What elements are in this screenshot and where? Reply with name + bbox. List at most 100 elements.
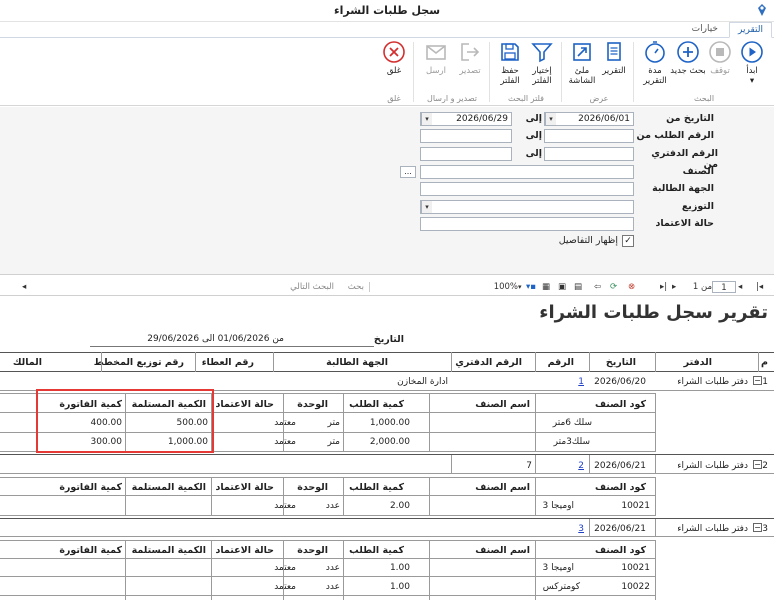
col-divider [655,352,656,372]
approval-label: حالة الاعتماد [655,218,714,229]
zoom-dropdown-icon[interactable]: ▾ [518,281,528,293]
choose-filter-button[interactable]: إختيار الفلتر [524,40,560,86]
row-divider [0,576,656,577]
choose-filter-label: إختيار الفلتر [532,66,552,86]
col-divider [273,352,274,372]
book-no-to-field[interactable] [420,147,512,161]
save-filter-button[interactable]: حفظ الفلتر [492,40,528,86]
header-bottom-line [0,371,774,372]
chevron-down-icon[interactable]: ▾ [545,113,556,125]
approval-field[interactable] [420,217,634,231]
collapse-toggle-icon[interactable]: − [753,460,762,469]
app-logo-icon [756,3,768,17]
date-from-label: التاريخ من [666,113,714,124]
item-approval: معتمد [274,418,296,428]
stop-render-icon[interactable]: ⊗ [628,281,638,293]
send-button[interactable]: ارسل [418,40,454,76]
col-m-header: م [761,357,768,368]
report-view-label: التقرير [602,66,626,76]
record-number-link[interactable]: 2 [578,461,584,471]
col-divider [589,352,590,372]
previous-page-icon[interactable]: ◂ [738,281,748,293]
item-qty-req: 1.00 [389,582,410,592]
requester-field[interactable] [420,182,634,196]
detail-qty-inv-header: كمية الفاتورة [59,545,122,556]
collapse-toggle-icon[interactable]: − [753,376,762,385]
col-divider [589,455,590,474]
item-qty-req: 1.00 [389,563,410,573]
show-details-label: إظهار التفاصيل [558,235,618,246]
scroll-left-icon[interactable]: ◂ [22,281,32,293]
start-button[interactable]: ابدأ ▾ [734,40,770,86]
tab-options[interactable]: خيارات [684,22,726,38]
export-icon [461,43,480,61]
record-number-link[interactable]: 1 [578,377,584,387]
next-page-icon[interactable]: ▸ [672,281,682,293]
date-from-field[interactable]: 2026/06/01 ▾ [544,112,634,126]
detail-unit-header: الوحدة [297,399,328,410]
back-icon[interactable]: ⇦ [594,281,606,293]
book-no-from-field[interactable] [544,147,634,161]
chevron-down-icon[interactable]: ▾ [421,113,432,125]
page-number-input[interactable]: 1 [712,281,736,293]
detail-col-divider [211,477,212,516]
request-no-to-field[interactable] [420,129,512,143]
item-code: 10021 [621,501,650,511]
print-icon[interactable]: ▤ [574,281,586,293]
report-title: تقرير سجل طلبات الشراء [539,302,768,323]
group-divider [633,42,634,102]
first-page-icon[interactable]: |◂ [756,281,766,293]
detail-col-divider [429,393,430,452]
zoom-select[interactable]: 100% [490,281,518,293]
group-close-label: غلق [387,94,401,103]
detail-approval-header: حالة الاعتماد [215,545,274,556]
item-code: 10022 [621,582,650,592]
last-page-icon[interactable]: ▸| [660,281,670,293]
col-divider [655,519,656,537]
request-no-from-field[interactable] [544,129,634,143]
detail-approval-header: حالة الاعتماد [215,399,274,410]
close-label: غلق [386,66,402,76]
report-duration-button[interactable]: مدة التقرير [637,40,673,86]
close-button[interactable]: غلق [376,40,412,76]
record-number-link[interactable]: 3 [578,524,584,534]
stop-label: توقف [710,66,730,76]
item-unit: متر [327,437,340,447]
item-field[interactable] [420,165,634,179]
filter-icon [531,43,553,63]
close-circle-icon [383,41,405,63]
detail-col-divider [283,477,284,516]
stop-button[interactable]: توقف [702,40,738,76]
item-name: اوميجا 3 [542,501,574,511]
item-qty-req: 2,000.00 [369,437,410,447]
report-view-button[interactable]: التقرير [596,40,632,76]
item-browse-button[interactable]: ... [400,166,416,178]
fullscreen-button[interactable]: ملئ الشاشة [564,40,600,86]
print-layout-icon[interactable]: ▣ [558,281,570,293]
date-range-underline [90,346,374,347]
request-no-label: الرقم الطلب من [636,130,714,141]
new-search-button[interactable]: بحث جديد [670,40,706,76]
detail-col-divider [535,540,536,600]
find-next-link[interactable]: البحث التالي [288,281,334,293]
record-date: 2026/06/20 [594,377,646,387]
record-separator [0,454,774,455]
refresh-icon[interactable]: ⟳ [610,281,622,293]
detail-col-divider [655,540,656,600]
chevron-down-icon[interactable]: ▾ [421,201,432,213]
distribution-dropdown[interactable]: ▾ [420,200,634,214]
col-plan-dist-header: رقم توزيع المخطط [93,357,184,368]
detail-col-divider [343,393,344,452]
detail-qty-inv-header: كمية الفاتورة [59,482,122,493]
date-to-field[interactable]: 2026/06/29 ▾ [420,112,512,126]
find-link[interactable]: بحث [334,281,364,293]
item-unit: عدد [325,563,340,573]
item-unit: عدد [325,582,340,592]
collapse-toggle-icon[interactable]: − [753,523,762,532]
page-count-label: من 1 [692,282,712,292]
show-details-checkbox[interactable]: ✓ [622,235,634,247]
date-range-value: من 01/06/2026 الى 29/06/2026 [147,334,284,344]
export-button[interactable]: تصدير [452,40,488,76]
tab-report[interactable]: التقرير [729,22,772,38]
page-setup-icon[interactable]: ▦ [542,281,554,293]
